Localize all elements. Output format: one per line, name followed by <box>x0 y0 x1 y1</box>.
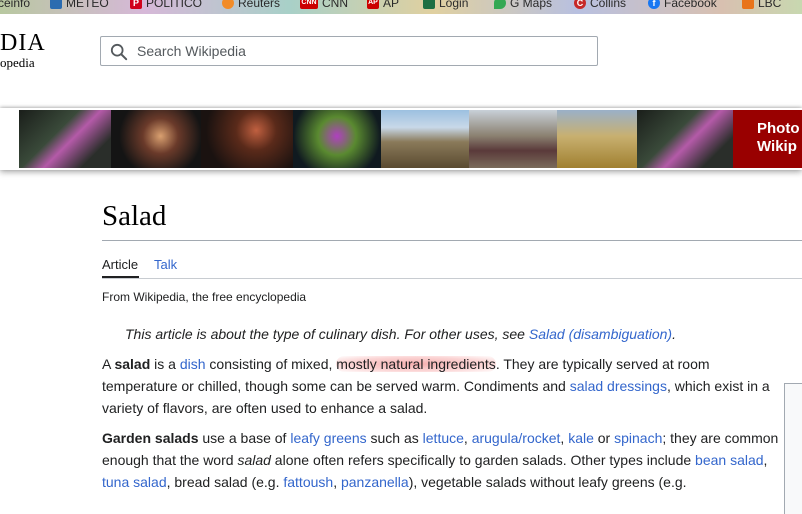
bookmark-facebook[interactable]: f Facebook <box>648 0 717 10</box>
link-fattoush[interactable]: fattoush <box>283 474 333 490</box>
link-dish[interactable]: dish <box>180 356 206 372</box>
bookmark-gmaps[interactable]: G Maps <box>494 0 552 10</box>
maps-icon <box>494 0 506 9</box>
link-bean-salad[interactable]: bean salad <box>695 452 764 468</box>
banner-photo <box>381 110 469 168</box>
wikipedia-tagline: opedia <box>0 55 35 70</box>
bookmark-lbc[interactable]: LBC <box>742 0 781 10</box>
banner-cta-line: Wikip <box>757 138 797 155</box>
infobox-edge <box>784 383 802 514</box>
bookmark-ceinfo[interactable]: ceinfo <box>0 0 30 10</box>
link-tuna-salad[interactable]: tuna salad <box>102 474 167 490</box>
link-panzanella[interactable]: panzanella <box>341 474 409 490</box>
bookmark-label: AP <box>383 0 400 10</box>
photo-banner[interactable]: Photo Wikip <box>0 108 802 170</box>
bookmark-collins[interactable]: C Collins <box>574 0 626 10</box>
banner-photo <box>201 110 293 168</box>
bookmark-label: ceinfo <box>0 0 31 10</box>
lbc-icon <box>742 0 754 9</box>
login-icon <box>423 0 435 9</box>
banner-photo <box>469 110 557 168</box>
banner-photo <box>637 110 733 168</box>
bookmark-label: Reuters <box>238 0 281 10</box>
banner-cta[interactable]: Photo Wikip <box>733 110 802 168</box>
facebook-icon: f <box>648 0 660 9</box>
bookmark-label: Facebook <box>664 0 717 10</box>
cnn-icon: CNN <box>300 0 318 9</box>
bold-term: salad <box>114 356 151 372</box>
banner-photo <box>557 110 637 168</box>
intro-paragraph: A salad is a dish consisting of mixed, m… <box>102 353 782 419</box>
italic-term: salad <box>237 452 271 468</box>
bookmark-label: Collins <box>590 0 627 10</box>
text: use a base of <box>198 430 291 446</box>
link-arugula[interactable]: arugula/rocket <box>472 430 561 446</box>
bookmark-label: Login <box>439 0 469 10</box>
tabs-divider <box>102 278 802 279</box>
site-subtitle: From Wikipedia, the free encyclopedia <box>102 290 307 304</box>
search-icon <box>110 43 128 61</box>
banner-photo <box>293 110 381 168</box>
text: alone often refers specifically to garde… <box>270 452 696 468</box>
search-input[interactable] <box>137 41 587 61</box>
text: or <box>593 430 615 446</box>
title-divider <box>102 240 802 241</box>
garden-salads-paragraph: Garden salads use a base of leafy greens… <box>102 427 782 493</box>
highlighted-text: mostly natural ingredients <box>336 356 496 372</box>
text: such as <box>366 430 423 446</box>
bookmarks-bar: ceinfo METEO P POLITICO Reuters CNN CNN … <box>0 0 802 14</box>
bookmark-label: POLITICO <box>146 0 203 10</box>
hatnote-text: This article is about the type of culina… <box>125 326 529 342</box>
link-lettuce[interactable]: lettuce <box>423 430 464 446</box>
link-salad-dressings[interactable]: salad dressings <box>570 378 667 394</box>
wikipedia-wordmark[interactable]: DIA <box>0 30 46 57</box>
text: , <box>463 430 472 446</box>
bookmark-login[interactable]: Login <box>423 0 468 10</box>
page-title: Salad <box>102 200 167 232</box>
hatnote: This article is about the type of culina… <box>125 326 676 342</box>
link-leafy-greens[interactable]: leafy greens <box>290 430 366 446</box>
meteo-icon <box>50 0 62 9</box>
hatnote-link[interactable]: Salad (disambiguation) <box>529 326 672 342</box>
text: is a <box>150 356 180 372</box>
link-kale[interactable]: kale <box>568 430 594 446</box>
bookmark-cnn[interactable]: CNN CNN <box>300 0 348 10</box>
bookmark-politico[interactable]: P POLITICO <box>130 0 202 10</box>
bookmark-label: LBC <box>758 0 782 10</box>
bookmark-label: METEO <box>66 0 109 10</box>
text: , <box>763 452 768 468</box>
banner-photo <box>19 110 111 168</box>
politico-icon: P <box>130 0 142 9</box>
tab-talk[interactable]: Talk <box>154 257 177 272</box>
tab-article[interactable]: Article <box>102 257 138 272</box>
banner-photo <box>111 110 201 168</box>
bold-term: Garden salads <box>102 430 199 446</box>
text: A <box>102 356 115 372</box>
ap-icon: AP <box>367 0 379 9</box>
bookmark-ap[interactable]: AP AP <box>367 0 399 10</box>
reuters-icon <box>222 0 234 9</box>
text: ), vegetable salads without leafy greens… <box>408 474 687 490</box>
link-spinach[interactable]: spinach <box>614 430 662 446</box>
banner-cta-line: Photo <box>757 120 800 137</box>
collins-icon: C <box>574 0 586 9</box>
hatnote-end: . <box>672 326 676 342</box>
bookmark-meteo[interactable]: METEO <box>50 0 109 10</box>
search-box[interactable] <box>100 36 598 66</box>
bookmark-label: CNN <box>322 0 348 10</box>
bookmark-reuters[interactable]: Reuters <box>222 0 280 10</box>
text: , <box>333 474 341 490</box>
bookmark-label: G Maps <box>510 0 553 10</box>
text: , bread salad (e.g. <box>166 474 284 490</box>
text: consisting of mixed, <box>205 356 337 372</box>
